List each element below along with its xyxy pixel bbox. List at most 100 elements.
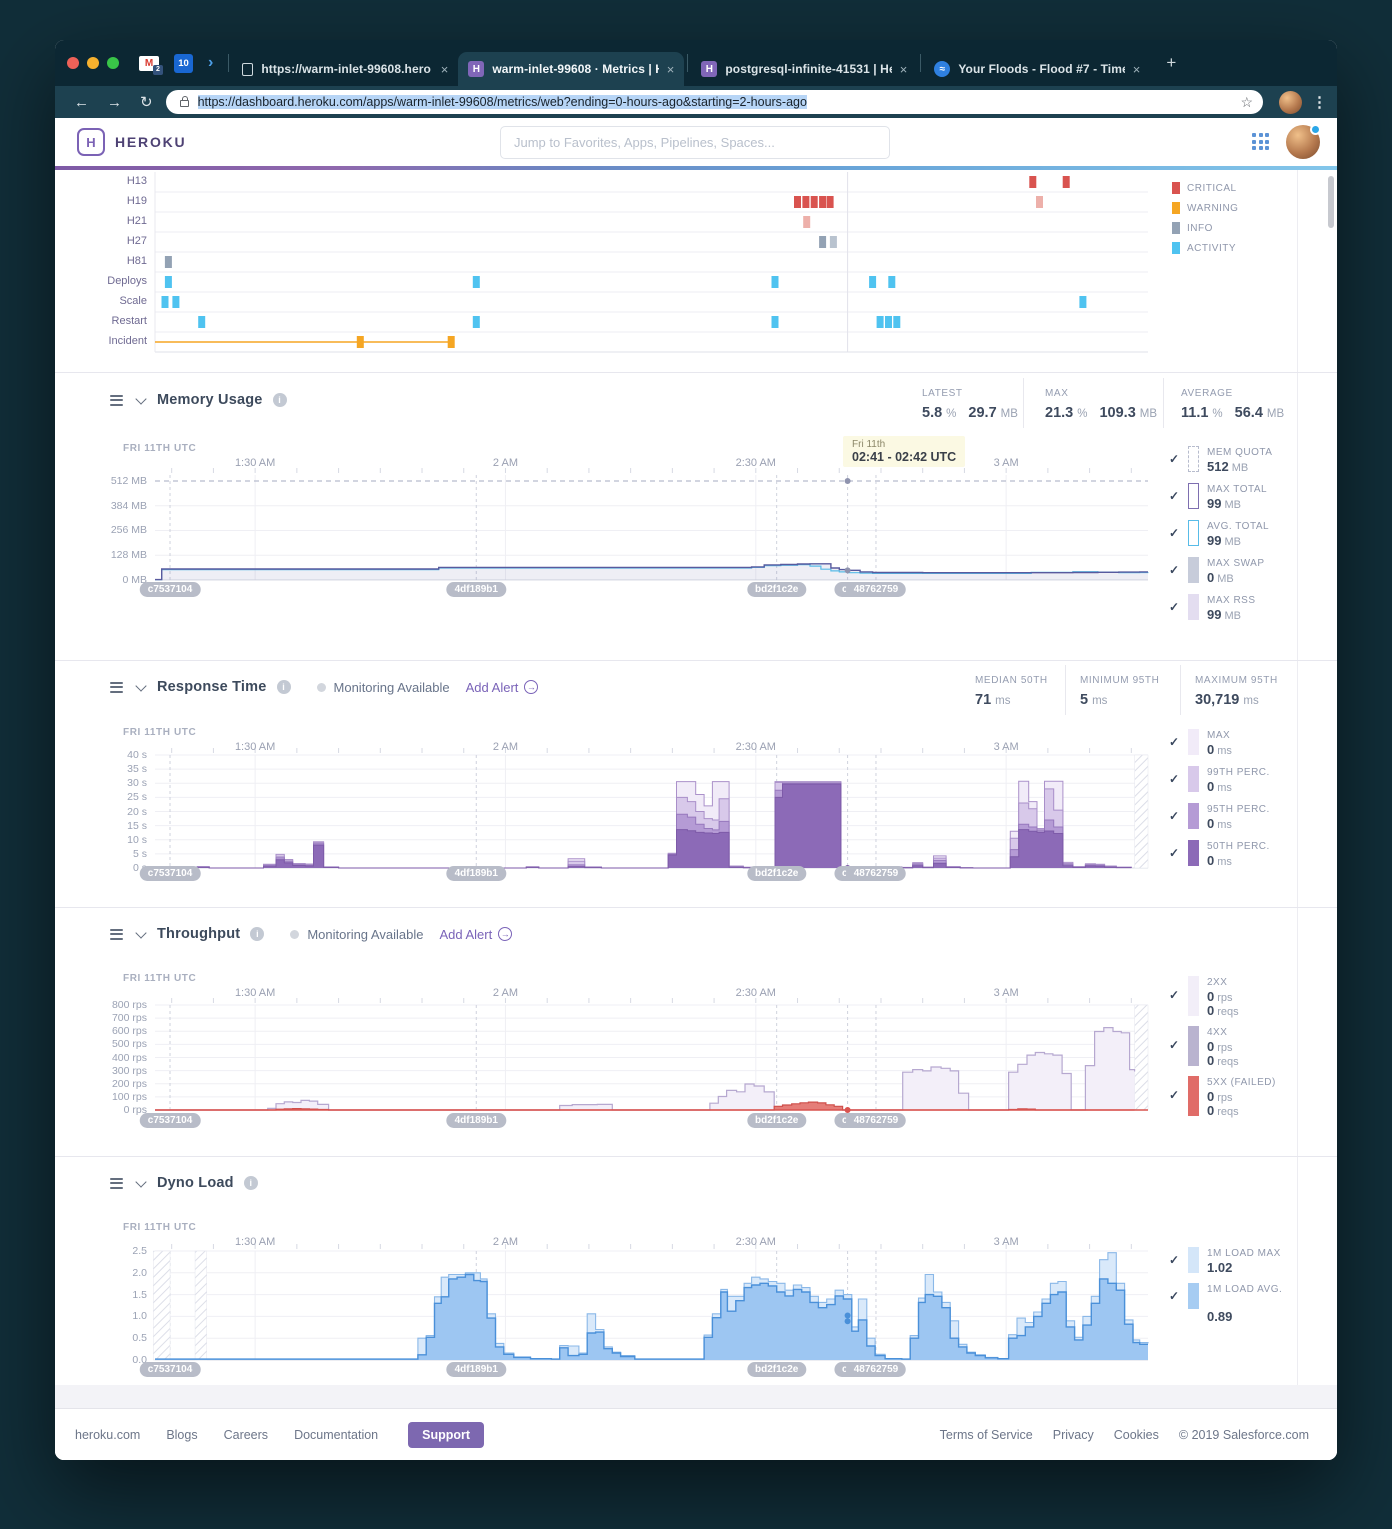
add-alert-link[interactable]: Add Alert [466, 680, 519, 695]
legend-label[interactable]: 99TH PERC. [1207, 766, 1299, 779]
drag-handle-icon[interactable] [110, 679, 123, 695]
add-alert-arrow-icon[interactable]: → [498, 927, 512, 941]
chevron-down-icon[interactable] [135, 1176, 146, 1187]
info-icon[interactable]: i [273, 393, 287, 407]
event-marker-h21[interactable] [803, 216, 810, 228]
legend-value: 0.89 [1207, 1309, 1232, 1324]
legend-label[interactable]: MEM QUOTA [1207, 446, 1299, 459]
browser-toolbar: ← → ↻ https://dashboard.heroku.com/apps/… [55, 86, 1337, 118]
chevron-down-icon[interactable] [135, 393, 146, 404]
legend-label[interactable]: AVG. TOTAL [1207, 520, 1299, 533]
legend-label[interactable]: 2XX [1207, 976, 1299, 989]
event-marker-deploys[interactable] [772, 276, 779, 288]
event-marker-h19[interactable] [811, 196, 818, 208]
legend-label[interactable]: 1M LOAD MAX [1207, 1247, 1299, 1260]
account-avatar[interactable] [1286, 125, 1320, 159]
info-icon[interactable]: i [250, 927, 264, 941]
new-tab-button[interactable]: + [1166, 53, 1176, 73]
legend-number: 0 [1207, 989, 1214, 1004]
footer-link-careers[interactable]: Careers [224, 1428, 268, 1442]
event-marker-deploys[interactable] [165, 276, 172, 288]
reload-button[interactable]: ↻ [140, 93, 153, 111]
legend-label[interactable]: 4XX [1207, 1026, 1299, 1039]
chevron-down-icon[interactable] [135, 927, 146, 938]
legend-label[interactable]: MAX [1207, 729, 1299, 742]
event-marker-restart[interactable] [877, 316, 884, 328]
address-bar[interactable]: https://dashboard.heroku.com/apps/warm-i… [166, 90, 1263, 114]
footer-link-cookies[interactable]: Cookies [1114, 1428, 1159, 1442]
event-marker-h19[interactable] [827, 196, 834, 208]
minimize-window-button[interactable] [87, 57, 99, 69]
event-marker-h81[interactable] [165, 256, 172, 268]
forward-button[interactable]: → [107, 94, 122, 111]
tab-postgresql[interactable]: H postgresql-infinite-41531 | Her × [691, 52, 917, 86]
drag-handle-icon[interactable] [110, 1175, 123, 1191]
event-marker-restart[interactable] [198, 316, 205, 328]
support-button[interactable]: Support [408, 1422, 484, 1448]
legend-label[interactable]: MAX TOTAL [1207, 483, 1299, 496]
footer-link-privacy[interactable]: Privacy [1053, 1428, 1094, 1442]
close-icon[interactable]: × [441, 62, 449, 77]
close-window-button[interactable] [67, 57, 79, 69]
event-marker-incident[interactable] [357, 336, 364, 348]
legend-label[interactable]: 50TH PERC. [1207, 840, 1299, 853]
legend-label[interactable]: MAX SWAP [1207, 557, 1299, 570]
event-marker-restart[interactable] [772, 316, 779, 328]
time-tick-label: 2 AM [465, 1236, 545, 1248]
event-marker-h19[interactable] [819, 196, 826, 208]
tab-metrics-active[interactable]: H warm-inlet-99608 · Metrics | H × [458, 52, 684, 86]
event-marker-h19[interactable] [802, 196, 809, 208]
event-marker-scale[interactable] [1079, 296, 1086, 308]
info-icon[interactable]: i [244, 1176, 258, 1190]
footer-link-documentation[interactable]: Documentation [294, 1428, 378, 1442]
event-marker-h13[interactable] [1029, 176, 1036, 188]
browser-profile-avatar[interactable] [1279, 91, 1302, 114]
event-marker-h27[interactable] [819, 236, 826, 248]
close-icon[interactable]: × [900, 62, 908, 77]
event-marker-restart[interactable] [893, 316, 900, 328]
event-marker-deploys[interactable] [869, 276, 876, 288]
drag-handle-icon[interactable] [110, 926, 123, 942]
back-button[interactable]: ← [74, 94, 89, 111]
add-alert-link[interactable]: Add Alert [439, 927, 492, 942]
legend-label[interactable]: 1M LOAD AVG. [1207, 1283, 1299, 1296]
gmail-pinned-tab[interactable]: M2 [139, 56, 159, 71]
app-grid-icon[interactable] [1252, 133, 1269, 150]
close-icon[interactable]: × [1133, 62, 1141, 77]
heroku-logo-icon[interactable]: H [77, 128, 105, 156]
event-marker-h13[interactable] [1063, 176, 1070, 188]
event-marker-deploys[interactable] [473, 276, 480, 288]
jump-to-search-input[interactable]: Jump to Favorites, Apps, Pipelines, Spac… [500, 126, 890, 159]
chevron-down-icon[interactable] [135, 680, 146, 691]
drag-handle-icon[interactable] [110, 392, 123, 408]
legend-label[interactable]: MAX RSS [1207, 594, 1299, 607]
heroku-brand[interactable]: HEROKU [115, 134, 186, 150]
legend-label[interactable]: 95TH PERC. [1207, 803, 1299, 816]
arrow-pinned-tab[interactable]: › [208, 54, 213, 72]
scrollbar-thumb[interactable] [1328, 176, 1334, 228]
event-marker-h27[interactable] [830, 236, 837, 248]
close-icon[interactable]: × [667, 62, 675, 77]
calendar-pinned-tab[interactable]: 10 [174, 54, 193, 73]
tab-your-floods[interactable]: ≈ Your Floods - Flood #7 - Timeli × [924, 52, 1150, 86]
legend-number: 0 [1207, 779, 1214, 794]
event-marker-scale[interactable] [162, 296, 169, 308]
footer-link-blogs[interactable]: Blogs [166, 1428, 197, 1442]
event-marker-h19[interactable] [794, 196, 801, 208]
browser-menu-icon[interactable]: ⋮ [1312, 93, 1327, 111]
legend-label[interactable]: 5XX (FAILED) [1207, 1076, 1299, 1089]
event-marker-scale[interactable] [172, 296, 179, 308]
info-icon[interactable]: i [277, 680, 291, 694]
footer-link-heroku-com[interactable]: heroku.com [75, 1428, 140, 1442]
event-marker-h19[interactable] [1036, 196, 1043, 208]
zoom-window-button[interactable] [107, 57, 119, 69]
event-marker-restart[interactable] [473, 316, 480, 328]
url-text[interactable]: https://dashboard.heroku.com/apps/warm-i… [198, 95, 1233, 109]
footer-link-terms[interactable]: Terms of Service [940, 1428, 1033, 1442]
bookmark-star-icon[interactable]: ☆ [1240, 94, 1253, 111]
event-marker-restart[interactable] [885, 316, 892, 328]
add-alert-arrow-icon[interactable]: → [524, 680, 538, 694]
tab-warm-inlet-page[interactable]: https://warm-inlet-99608.hero × [232, 52, 458, 86]
event-marker-incident[interactable] [448, 336, 455, 348]
event-marker-deploys[interactable] [888, 276, 895, 288]
